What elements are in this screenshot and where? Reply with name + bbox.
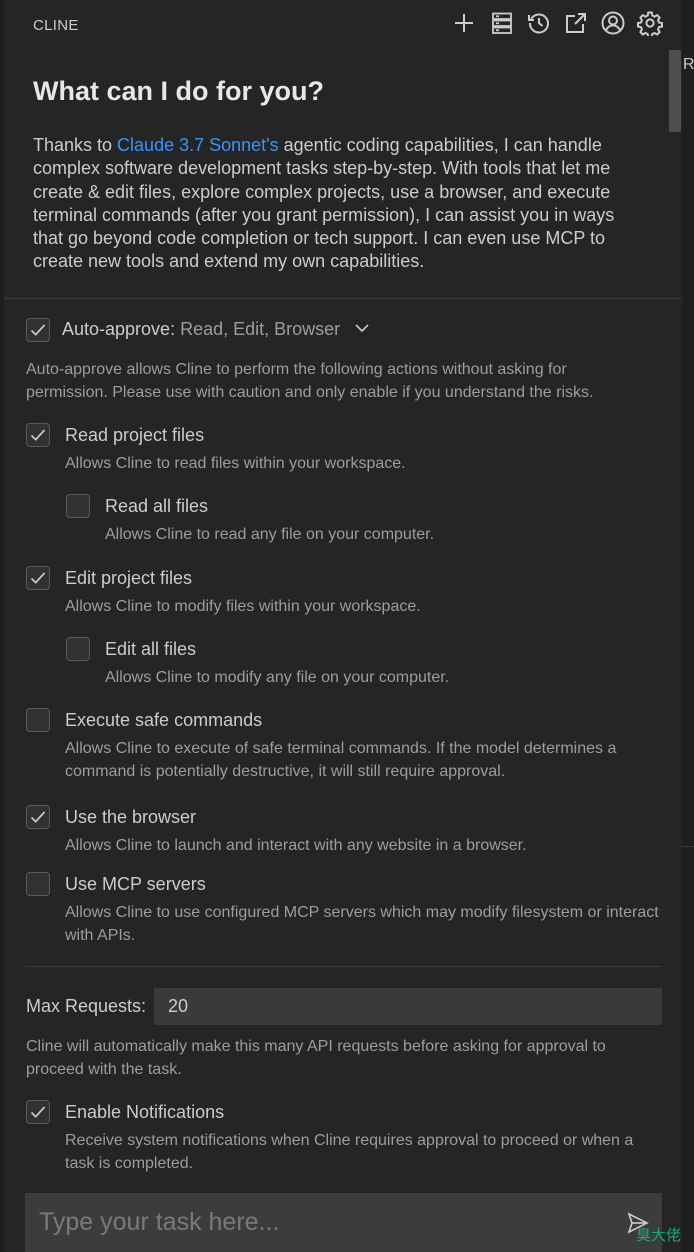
enable-notifications-desc: Receive system notifications when Cline … — [65, 1132, 634, 1172]
read-all-files-checkbox[interactable] — [66, 494, 90, 518]
editor-edge-text: R — [683, 56, 694, 73]
execute-safe-commands-desc: Allows Cline to execute of safe terminal… — [65, 740, 617, 780]
scrollbar-thumb[interactable] — [669, 50, 681, 132]
auto-approve-description: Auto-approve allows Cline to perform the… — [26, 361, 594, 401]
popout-icon[interactable] — [563, 10, 589, 36]
plus-icon[interactable] — [451, 10, 477, 36]
execute-safe-commands-title[interactable]: Execute safe commands — [65, 710, 262, 731]
watermark: 臭大佬 — [636, 1227, 682, 1244]
enable-notifications-title[interactable]: Enable Notifications — [65, 1102, 224, 1123]
welcome-text-body: agentic coding capabilities, I can handl… — [33, 135, 615, 272]
auto-approve-checkbox[interactable] — [26, 318, 50, 342]
section-divider — [4, 298, 682, 299]
enable-notifications-checkbox[interactable] — [26, 1100, 50, 1124]
edit-all-files-title[interactable]: Edit all files — [105, 639, 196, 660]
welcome-title: What can I do for you? — [33, 76, 324, 106]
max-requests-label: Max Requests: — [26, 996, 147, 1016]
auto-approve-summary: Read, Edit, Browser — [180, 319, 341, 339]
read-project-files-title[interactable]: Read project files — [65, 425, 204, 446]
chevron-down-icon[interactable] — [352, 318, 372, 338]
welcome-text-intro: Thanks to — [33, 135, 118, 155]
editor-edge — [682, 0, 694, 1252]
read-all-files-title[interactable]: Read all files — [105, 496, 208, 517]
auto-approve-label[interactable]: Auto-approve: Read, Edit, Browser — [62, 319, 340, 340]
auto-approve-title: Auto-approve: — [62, 319, 176, 339]
use-browser-desc: Allows Cline to launch and interact with… — [65, 837, 527, 854]
account-icon[interactable] — [600, 10, 626, 36]
server-icon[interactable] — [489, 10, 515, 36]
edit-project-files-desc: Allows Cline to modify files within your… — [65, 598, 421, 615]
model-link[interactable]: Claude 3.7 Sonnet's — [117, 135, 279, 155]
use-browser-checkbox[interactable] — [26, 805, 50, 829]
execute-safe-commands-checkbox[interactable] — [26, 708, 50, 732]
use-browser-title[interactable]: Use the browser — [65, 807, 196, 828]
edit-all-files-checkbox[interactable] — [66, 637, 90, 661]
edit-all-files-desc: Allows Cline to modify any file on your … — [105, 669, 450, 686]
task-input[interactable] — [25, 1193, 662, 1252]
gear-icon[interactable] — [637, 10, 663, 36]
welcome-text: Thanks to Claude 3.7 Sonnet's agentic co… — [33, 134, 643, 274]
max-requests-description: Cline will automatically make this many … — [26, 1038, 606, 1078]
read-all-files-desc: Allows Cline to read any file on your co… — [105, 526, 435, 543]
settings-divider — [25, 966, 662, 967]
use-mcp-servers-title[interactable]: Use MCP servers — [65, 874, 206, 895]
read-project-files-checkbox[interactable] — [26, 423, 50, 447]
editor-edge-divider — [682, 846, 694, 847]
max-requests-input[interactable] — [154, 988, 662, 1025]
read-project-files-desc: Allows Cline to read files within your w… — [65, 455, 406, 472]
app-title: CLINE — [33, 17, 79, 34]
use-mcp-servers-checkbox[interactable] — [26, 872, 50, 896]
use-mcp-servers-desc: Allows Cline to use configured MCP serve… — [65, 904, 659, 944]
edit-project-files-title[interactable]: Edit project files — [65, 568, 192, 589]
edit-project-files-checkbox[interactable] — [26, 566, 50, 590]
panel-header: CLINE — [4, 0, 682, 48]
panel-left-border — [0, 0, 4, 1252]
history-icon[interactable] — [526, 10, 552, 36]
